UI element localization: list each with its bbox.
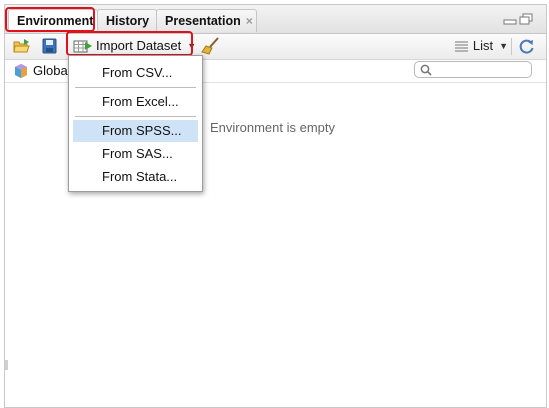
menu-divider — [75, 116, 196, 117]
menu-divider — [75, 87, 196, 88]
toolbar-divider — [511, 38, 512, 55]
environment-tab-highlight — [5, 7, 95, 32]
tab-presentation-label: Presentation — [165, 14, 241, 28]
maximize-icon[interactable] — [519, 13, 533, 25]
global-environment-select[interactable]: Global — [33, 62, 71, 80]
load-workspace-icon[interactable] — [13, 38, 31, 54]
pane-resize-handle[interactable] — [5, 360, 8, 370]
refresh-icon[interactable] — [518, 38, 535, 55]
view-mode-label: List — [472, 38, 494, 53]
menu-item-from-stata[interactable]: From Stata... — [73, 166, 198, 188]
broom-icon[interactable] — [201, 37, 221, 55]
tab-presentation[interactable]: Presentation × — [156, 9, 257, 32]
close-icon[interactable]: × — [246, 14, 253, 28]
minimize-icon[interactable] — [503, 13, 517, 25]
save-icon[interactable] — [41, 38, 59, 54]
search-input[interactable] — [414, 61, 532, 78]
menu-item-from-spss[interactable]: From SPSS... — [73, 120, 198, 142]
import-dataset-highlight — [66, 31, 193, 56]
chevron-down-icon: ▼ — [499, 41, 508, 51]
view-mode-dropdown[interactable]: List ▼ — [453, 36, 508, 57]
menu-item-from-sas[interactable]: From SAS... — [73, 143, 198, 165]
tab-history[interactable]: History — [97, 9, 157, 32]
empty-environment-message: Environment is empty — [210, 120, 335, 135]
menu-item-from-excel[interactable]: From Excel... — [73, 91, 198, 113]
tab-history-label: History — [106, 14, 150, 28]
list-icon — [454, 41, 468, 52]
menu-item-from-csv[interactable]: From CSV... — [73, 62, 198, 84]
r-environment-icon — [15, 64, 27, 78]
import-dataset-menu: From CSV... From Excel... From SPSS... F… — [68, 55, 203, 192]
search-icon — [420, 64, 432, 76]
